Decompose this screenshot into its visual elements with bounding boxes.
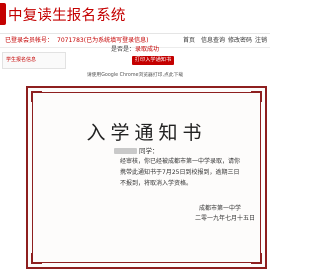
user-note: 7071783(已为系统填写登录信息) bbox=[57, 37, 149, 44]
status-label: 是否是： bbox=[110, 46, 135, 53]
greeting-suffix: 同学： bbox=[139, 147, 159, 155]
redacted-name bbox=[114, 148, 137, 154]
browser-tip: 请使用Google Chrome浏览器打印,点此下载 bbox=[0, 71, 270, 78]
left-panel-text: 学生报名信息 bbox=[6, 57, 37, 63]
tip-text: 请使用Google Chrome浏览器打印,点此下载 bbox=[86, 73, 184, 78]
notice-greeting: 同学： bbox=[114, 145, 159, 155]
app-header: 中复读生报名系统 bbox=[0, 0, 270, 34]
logo-icon bbox=[0, 3, 6, 25]
user-id-label: 已登录会员帐号： bbox=[5, 37, 54, 44]
notice-date: 二零一九年七月十五日 bbox=[195, 215, 256, 222]
left-panel[interactable]: 学生报名信息 bbox=[2, 52, 66, 69]
corner-ornament-icon bbox=[31, 91, 42, 102]
notice-title: 入学通知书 bbox=[86, 122, 207, 144]
notice-body: 经审核，你已经被成都市第一中学录取，请你携带此通知书于7月25日到校报到，逾期三… bbox=[120, 156, 240, 189]
corner-ornament-icon bbox=[251, 253, 262, 264]
print-notice-button[interactable]: 打印入学通知书 bbox=[132, 56, 174, 65]
admission-status: 是否是：录取成功 bbox=[0, 44, 270, 53]
status-value: 录取成功 bbox=[135, 46, 160, 53]
corner-ornament-icon bbox=[251, 91, 262, 102]
notice-school: 成都市第一中学 bbox=[199, 205, 242, 212]
system-title: 中复读生报名系统 bbox=[8, 8, 126, 24]
notice-body-text: 经审核，你已经被成都市第一中学录取，请你携带此通知书于7月25日到校报到，逾期三… bbox=[120, 158, 241, 187]
corner-ornament-icon bbox=[31, 253, 42, 264]
